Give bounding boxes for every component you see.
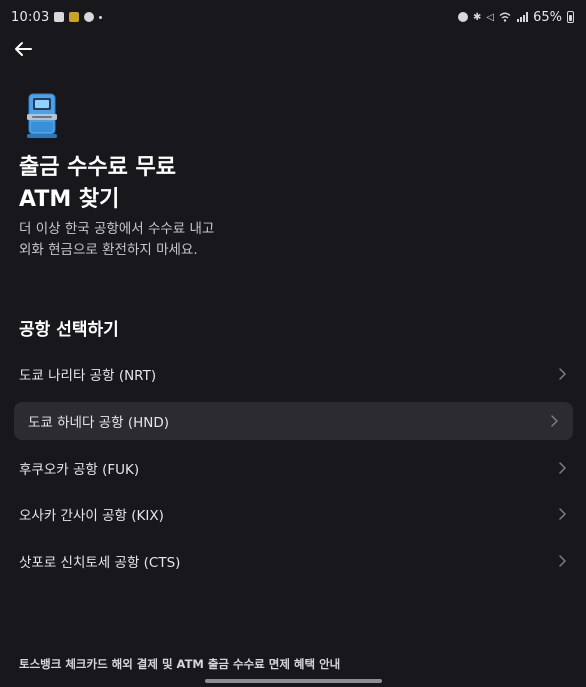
wifi-icon — [499, 12, 511, 22]
airport-list: 도쿄 나리타 공항 (NRT) 도쿄 하네다 공항 (HND) 후쿠오카 공항 … — [14, 355, 573, 589]
signal-icon — [517, 12, 529, 22]
more-dot-icon — [99, 15, 103, 19]
section-title: 공항 선택하기 — [19, 320, 119, 340]
app-notification-icon — [69, 12, 80, 22]
alarm-icon — [458, 12, 468, 22]
airport-label: 후쿠오카 공항 (FUK) — [19, 461, 140, 478]
airport-item-cts[interactable]: 삿포로 신치토세 공항 (CTS) — [14, 542, 573, 580]
atm-icon — [27, 93, 57, 138]
chevron-right-icon — [558, 555, 567, 567]
airport-label: 도쿄 하네다 공항 (HND) — [28, 414, 169, 431]
airport-item-hnd[interactable]: 도쿄 하네다 공항 (HND) — [14, 401, 573, 440]
airport-item-nrt[interactable]: 도쿄 나리타 공항 (NRT) — [14, 355, 573, 393]
status-time: 10:03 — [11, 9, 50, 25]
airport-item-fuk[interactable]: 후쿠오카 공항 (FUK) — [14, 449, 573, 487]
arrow-left-icon — [15, 42, 32, 56]
battery-icon — [567, 11, 574, 23]
airport-label: 삿포로 신치토세 공항 (CTS) — [19, 555, 181, 571]
status-right: ✱ ◁ 65% — [458, 10, 574, 25]
cloud-icon — [84, 12, 95, 22]
chevron-right-icon — [558, 368, 567, 380]
benefit-info-link[interactable]: 토스뱅크 체크카드 해외 결제 및 ATM 출금 수수료 면제 혜택 안내 — [19, 656, 340, 672]
chevron-right-icon — [558, 461, 567, 474]
page-title: 출금 수수료 무료 ATM 찾기 — [19, 152, 176, 216]
status-bar: 10:03 ✱ ◁ 65% — [0, 0, 586, 34]
battery-percent: 65% — [533, 9, 562, 25]
airport-item-kix[interactable]: 오사카 간사이 공항 (KIX) — [14, 495, 573, 533]
page-title-line2: ATM 찾기 — [19, 187, 120, 212]
screen: 10:03 ✱ ◁ 65% 출금 수수료 무료 ATM 찾기 더 이상 한국 공… — [0, 0, 586, 687]
bluetooth-icon: ✱ — [473, 11, 482, 23]
home-indicator[interactable] — [205, 679, 382, 683]
back-button[interactable] — [10, 36, 36, 62]
gallery-icon — [54, 12, 65, 22]
page-description-line1: 더 이상 한국 공항에서 수수료 내고 — [19, 221, 215, 237]
chevron-right-icon — [550, 415, 559, 427]
airport-label: 도쿄 나리타 공항 (NRT) — [19, 368, 157, 384]
page-description: 더 이상 한국 공항에서 수수료 내고 외화 현금으로 환전하지 마세요. — [19, 219, 214, 261]
status-left: 10:03 — [11, 9, 103, 25]
airport-label: 오사카 간사이 공항 (KIX) — [19, 508, 164, 525]
page-description-line2: 외화 현금으로 환전하지 마세요. — [19, 242, 198, 258]
mute-icon: ◁ — [486, 11, 495, 23]
page-title-line1: 출금 수수료 무료 — [19, 155, 176, 180]
chevron-right-icon — [558, 508, 567, 520]
